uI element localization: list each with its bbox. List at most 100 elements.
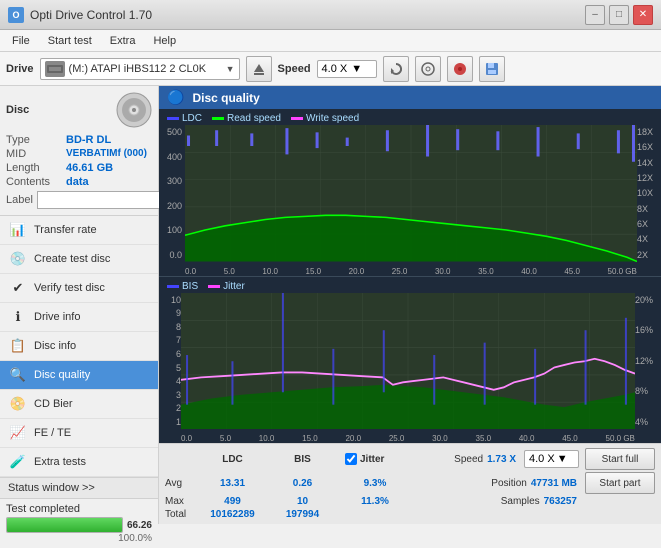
sidebar-item-disc-quality[interactable]: 🔍 Disc quality <box>0 361 158 390</box>
menu-start-test[interactable]: Start test <box>40 33 100 49</box>
speed-selector[interactable]: 4.0 X ▼ <box>317 60 377 78</box>
disc-length-label: Length <box>6 162 66 174</box>
disc-header: Disc <box>6 92 152 128</box>
disc-button-2[interactable] <box>447 56 473 82</box>
chart-header: 🔵 Disc quality <box>159 86 661 109</box>
x-label-45-top: 45.0 <box>564 267 580 276</box>
drive-eject-button[interactable] <box>246 56 272 82</box>
speed-stat-dropdown[interactable]: 4.0 X ▼ <box>524 450 579 468</box>
legend-write-speed: Write speed <box>291 113 359 124</box>
disc-quality-icon: 🔍 <box>8 367 28 383</box>
y-bottom-8: 8 <box>159 322 181 332</box>
disc-button-1[interactable] <box>415 56 441 82</box>
sidebar-item-verify-test-disc[interactable]: ✔ Verify test disc <box>0 274 158 303</box>
bottom-x-axis: 0.0 5.0 10.0 15.0 20.0 25.0 30.0 35.0 40… <box>181 434 635 443</box>
bottom-chart: BIS Jitter 10 9 8 7 6 5 4 3 <box>159 277 661 444</box>
sidebar-item-drive-info[interactable]: ℹ Drive info <box>0 303 158 332</box>
disc-length-value: 46.61 GB <box>66 162 113 174</box>
sidebar-item-transfer-rate[interactable]: 📊 Transfer rate <box>0 216 158 245</box>
jitter-checkbox[interactable] <box>345 453 357 465</box>
top-y-axis-right: 18X 16X 14X 12X 10X 8X 6X 4X 2X <box>637 125 661 262</box>
minimize-button[interactable]: – <box>585 5 605 25</box>
x-label-25-top: 25.0 <box>392 267 408 276</box>
progress-section: Test completed 66.26 100.0% <box>0 498 158 548</box>
write-speed-legend-color <box>291 117 303 120</box>
bottom-chart-svg <box>181 293 635 430</box>
speed-refresh-button[interactable] <box>383 56 409 82</box>
action-buttons: Start full <box>585 448 655 470</box>
x-label-25-bot: 25.0 <box>389 434 405 443</box>
menu-extra[interactable]: Extra <box>102 33 144 49</box>
jitter-legend-color <box>208 285 220 288</box>
x-label-0-top: 0.0 <box>185 267 196 276</box>
stats-avg-row: Avg 13.31 0.26 9.3% Position 47731 MB St… <box>165 472 655 494</box>
disc-mid-row: MID VERBATIMf (000) <box>6 148 152 160</box>
top-chart-svg <box>185 125 637 262</box>
position-display: Position 47731 MB <box>491 478 577 489</box>
y-label-500: 500 <box>159 127 185 137</box>
drive-info-icon: ℹ <box>8 309 28 325</box>
drive-icon <box>45 61 65 77</box>
avg-label: Avg <box>165 478 195 489</box>
transfer-rate-icon: 📊 <box>8 222 28 238</box>
speed-dropdown-value: 4.0 X <box>529 453 555 465</box>
sidebar-item-disc-info[interactable]: 📋 Disc info <box>0 332 158 361</box>
start-part-button[interactable]: Start part <box>585 472 655 494</box>
y-right-8x: 8X <box>637 204 661 214</box>
write-speed-legend-label: Write speed <box>306 113 359 124</box>
ldc-legend-color <box>167 117 179 120</box>
disc-section: Disc Type BD-R DL MID VERBATIMf (000) Le… <box>0 86 158 216</box>
sidebar-item-fe-te[interactable]: 📈 FE / TE <box>0 419 158 448</box>
disc-type-row: Type BD-R DL <box>6 134 152 146</box>
disc-title: Disc <box>6 104 29 116</box>
maximize-button[interactable]: □ <box>609 5 629 25</box>
title-bar-left: O Opti Drive Control 1.70 <box>8 7 152 23</box>
x-label-50-bot: 50.0 GB <box>606 434 635 443</box>
bottom-y-axis-right: 20% 16% 12% 8% 4% <box>635 293 661 430</box>
x-label-10-bot: 10.0 <box>259 434 275 443</box>
x-label-20-bot: 20.0 <box>345 434 361 443</box>
sidebar-item-disc-quality-label: Disc quality <box>34 369 90 381</box>
bottom-y-axis-left: 10 9 8 7 6 5 4 3 2 1 <box>159 293 181 430</box>
y-label-0: 0.0 <box>159 250 185 260</box>
disc-type-value: BD-R DL <box>66 134 111 146</box>
speed-dropdown-arrow: ▼ <box>557 453 568 465</box>
avg-bis: 0.26 <box>270 478 335 489</box>
samples-label: Samples <box>501 496 540 507</box>
y-label-200: 200 <box>159 201 185 211</box>
cd-bier-icon: 📀 <box>8 396 28 412</box>
disc-info-icon: 📋 <box>8 338 28 354</box>
y-right-14x: 14X <box>637 158 661 168</box>
verify-test-disc-icon: ✔ <box>8 280 28 296</box>
stats-col-bis: BIS <box>270 454 335 465</box>
sidebar-menu: 📊 Transfer rate 💿 Create test disc ✔ Ver… <box>0 216 158 477</box>
start-full-button[interactable]: Start full <box>585 448 655 470</box>
speed-stat-value: 1.73 X <box>487 454 516 465</box>
stats-header-row: LDC BIS Jitter Speed 1.73 X 4.0 X ▼ <box>165 448 655 470</box>
speed-dropdown-container: 4.0 X ▼ <box>524 450 579 468</box>
status-window-bar[interactable]: Status window >> <box>0 477 158 498</box>
title-bar: O Opti Drive Control 1.70 – □ ✕ <box>0 0 661 30</box>
menu-file[interactable]: File <box>4 33 38 49</box>
sidebar-item-create-test-disc[interactable]: 💿 Create test disc <box>0 245 158 274</box>
x-label-35-bot: 35.0 <box>476 434 492 443</box>
y-label-100: 100 <box>159 225 185 235</box>
drive-selector[interactable]: (M:) ATAPI iHBS112 2 CL0K ▼ <box>40 58 240 80</box>
bis-legend-color <box>167 285 179 288</box>
x-label-10-top: 10.0 <box>262 267 278 276</box>
sidebar-item-disc-info-label: Disc info <box>34 340 76 352</box>
menu-help[interactable]: Help <box>145 33 184 49</box>
bis-legend-label: BIS <box>182 281 198 292</box>
charts-container: LDC Read speed Write speed 500 400 30 <box>159 109 661 443</box>
sidebar-item-extra-tests[interactable]: 🧪 Extra tests <box>0 448 158 477</box>
drive-text: (M:) ATAPI iHBS112 2 CL0K <box>69 63 222 75</box>
max-bis: 10 <box>270 496 335 507</box>
speed-arrow: ▼ <box>351 63 362 75</box>
sidebar: Disc Type BD-R DL MID VERBATIMf (000) Le… <box>0 86 159 524</box>
y-bottom-1: 1 <box>159 417 181 427</box>
close-button[interactable]: ✕ <box>633 5 653 25</box>
sidebar-item-cd-bier[interactable]: 📀 CD Bier <box>0 390 158 419</box>
progress-bar-container <box>6 517 123 533</box>
save-button[interactable] <box>479 56 505 82</box>
disc-label-input[interactable] <box>37 191 175 209</box>
